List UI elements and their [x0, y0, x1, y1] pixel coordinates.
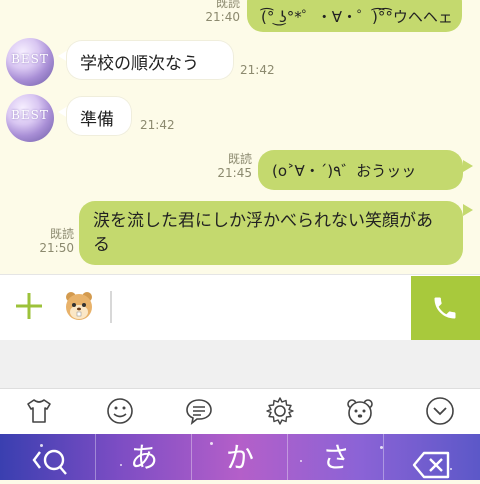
bubble-tail: [463, 204, 473, 216]
message-time: 21:42: [240, 63, 275, 77]
tshirt-icon[interactable]: [23, 395, 55, 427]
call-button[interactable]: [411, 276, 480, 340]
message-text: 準備: [80, 110, 114, 130]
search-icon[interactable]: [30, 446, 70, 484]
text-cursor: [110, 291, 112, 323]
chat-area[interactable]: 既読 21:40 (͡° ͜ʖ°*゜・∀・゜)͡°͡°ウヘヘェ BEST 学校の…: [0, 0, 480, 274]
read-label: 既読: [215, 0, 240, 10]
hamster-sticker-icon[interactable]: [62, 289, 96, 323]
message-input[interactable]: [108, 283, 406, 331]
chevron-down-icon[interactable]: [424, 395, 456, 427]
avatar[interactable]: BEST: [6, 94, 54, 142]
message-text: 学校の順次なう: [80, 54, 199, 74]
gear-icon[interactable]: [264, 395, 296, 427]
message-text: (͡° ͜ʖ°*゜・∀・゜)͡°͡°ウヘヘェ: [261, 8, 453, 26]
message-meta: 既読 21:45: [204, 152, 252, 180]
key-sa[interactable]: さ: [288, 436, 384, 480]
message-bubble-other[interactable]: 準備: [66, 96, 132, 136]
avatar-text: BEST: [11, 108, 49, 122]
message-time: 21:40: [205, 10, 240, 24]
avatar-text: BEST: [11, 52, 49, 66]
message-bubble-mine[interactable]: (o˃∀・´)٩゛おうッッ: [258, 150, 463, 190]
key-ka[interactable]: か: [192, 436, 288, 480]
keyboard-toolbar: [0, 388, 480, 435]
bear-icon[interactable]: [344, 395, 376, 427]
read-label: 既読: [227, 152, 252, 166]
keyboard-gap: [0, 340, 480, 388]
message-time: 21:42: [140, 118, 175, 132]
message-bubble-other[interactable]: 学校の順次なう: [66, 40, 234, 80]
message-text: (o˃∀・´)٩゛おうッッ: [272, 162, 417, 180]
message-bubble-mine[interactable]: (͡° ͜ʖ°*゜・∀・゜)͡°͡°ウヘヘェ: [247, 0, 462, 32]
read-label: 既読: [49, 227, 74, 241]
key-a[interactable]: あ: [96, 436, 192, 480]
phone-icon: [431, 294, 459, 326]
chat-bubble-icon[interactable]: [183, 395, 215, 427]
avatar[interactable]: BEST: [6, 38, 54, 86]
message-time: 21:50: [39, 241, 74, 255]
message-text: 涙を流した君にしか浮かべられない笑顔がある: [93, 211, 433, 255]
input-bar: [0, 274, 480, 341]
message-time: 21:45: [217, 166, 252, 180]
message-meta: 既読 21:40: [196, 0, 240, 24]
smile-icon[interactable]: [104, 395, 136, 427]
message-meta: 既読 21:50: [28, 227, 74, 255]
bubble-tail: [463, 160, 473, 172]
message-bubble-mine[interactable]: 涙を流した君にしか浮かべられない笑顔がある: [79, 201, 463, 265]
plus-icon[interactable]: [14, 291, 44, 321]
backspace-icon[interactable]: [412, 450, 452, 484]
